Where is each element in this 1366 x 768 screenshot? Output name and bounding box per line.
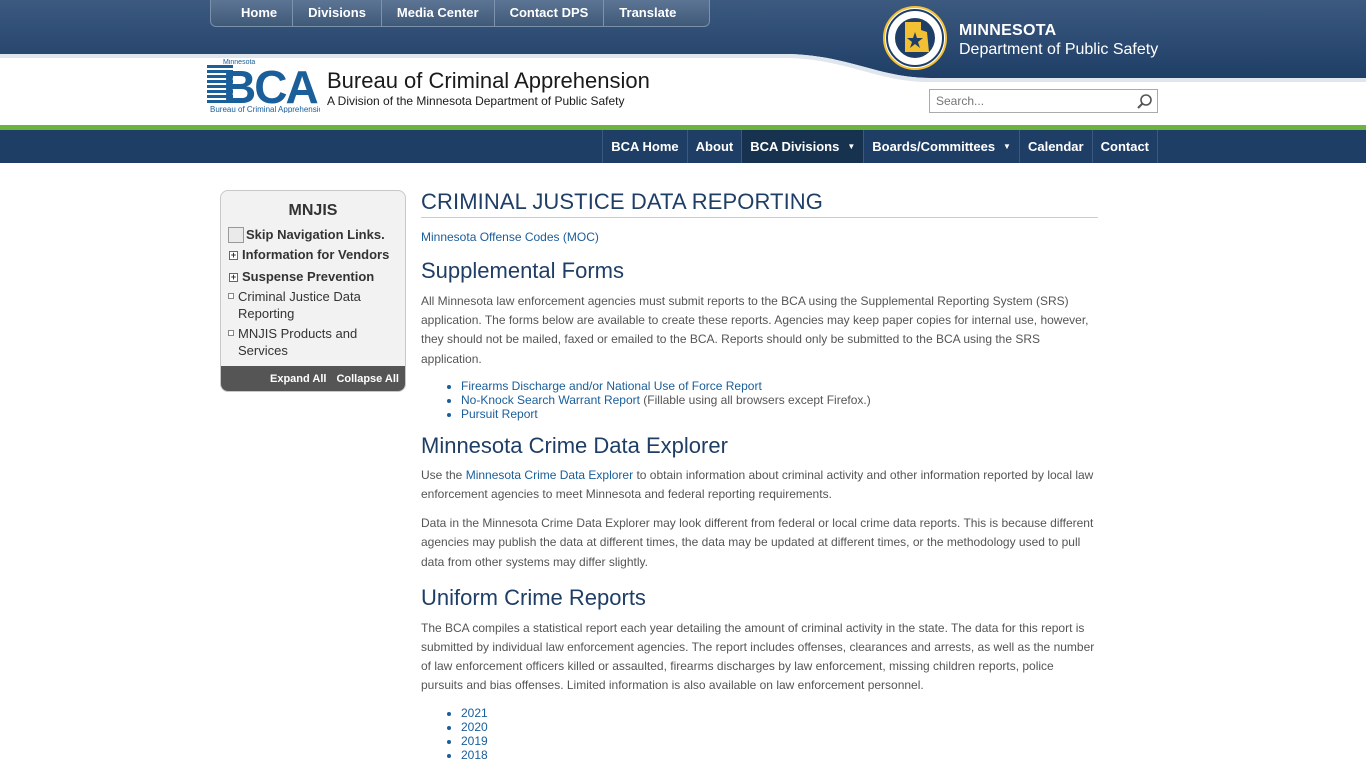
page-title: CRIMINAL JUSTICE DATA REPORTING bbox=[421, 189, 1098, 218]
bca-logo[interactable]: BCA Minnesota Bureau of Criminal Apprehe… bbox=[207, 59, 327, 114]
bullet-square-icon bbox=[228, 293, 234, 299]
nav-bca-home-label: BCA Home bbox=[611, 139, 679, 154]
main-content: CRIMINAL JUSTICE DATA REPORTING Minnesot… bbox=[421, 189, 1098, 762]
sidebar-item-label: Information for Vendors bbox=[242, 247, 390, 262]
sidebar-mnjis: MNJIS Skip Navigation Links. + Informati… bbox=[220, 190, 406, 392]
dps-title-department: Department of Public Safety bbox=[959, 41, 1159, 58]
list-item: Pursuit Report bbox=[461, 407, 1098, 421]
top-nav: Home Divisions Media Center Contact DPS … bbox=[210, 0, 711, 27]
chevron-down-icon: ▼ bbox=[847, 142, 856, 151]
crime-data-explorer-paragraph-1: Use the Minnesota Crime Data Explorer to… bbox=[421, 466, 1098, 504]
nav-calendar-label: Calendar bbox=[1027, 139, 1084, 154]
nav-contact-label: Contact bbox=[1100, 139, 1149, 154]
sidebar-title: MNJIS bbox=[288, 202, 338, 219]
nav-boards-committees-label: Boards/Committees bbox=[872, 139, 996, 154]
expand-plus-icon[interactable]: + bbox=[229, 273, 238, 282]
no-knock-warrant-report-link[interactable]: No-Knock Search Warrant Report bbox=[461, 393, 640, 407]
ucr-year-link[interactable]: 2020 bbox=[461, 720, 488, 734]
site-subtitle: A Division of the Minnesota Department o… bbox=[327, 94, 625, 108]
sidebar-item-criminal-justice-data-reporting[interactable]: Criminal Justice Data Reporting bbox=[228, 288, 398, 322]
site-title[interactable]: Bureau of Criminal Apprehension bbox=[327, 68, 650, 94]
minnesota-seal-icon bbox=[886, 9, 944, 67]
nav-calendar[interactable]: Calendar bbox=[1018, 130, 1092, 163]
ucr-years-list: 2021 2020 2019 2018 bbox=[421, 706, 1098, 762]
nav-bca-divisions-label: BCA Divisions bbox=[750, 139, 840, 154]
sidebar-item-suspense-prevention[interactable]: + Suspense Prevention bbox=[229, 269, 374, 284]
list-item: No-Knock Search Warrant Report (Fillable… bbox=[461, 393, 1098, 407]
pursuit-report-link[interactable]: Pursuit Report bbox=[461, 407, 538, 421]
ucr-year-link[interactable]: 2019 bbox=[461, 734, 488, 748]
sidebar-item-label: MNJIS Products and Services bbox=[238, 326, 358, 358]
firearms-discharge-report-link[interactable]: Firearms Discharge and/or National Use o… bbox=[461, 379, 762, 393]
dps-title-state: MINNESOTA bbox=[959, 22, 1057, 39]
crime-data-explorer-paragraph-2: Data in the Minnesota Crime Data Explore… bbox=[421, 516, 1094, 569]
search-input[interactable] bbox=[930, 90, 1125, 112]
crime-data-explorer-link[interactable]: Minnesota Crime Data Explorer bbox=[466, 468, 633, 482]
no-knock-note: (Fillable using all browsers except Fire… bbox=[639, 392, 871, 407]
sidebar-item-information-for-vendors[interactable]: + Information for Vendors bbox=[229, 247, 389, 262]
skip-navigation-alt: Skip Navigation Links. bbox=[246, 227, 385, 242]
moc-link[interactable]: Minnesota Offense Codes (MOC) bbox=[421, 230, 599, 244]
bullet-square-icon bbox=[228, 330, 234, 336]
search-box bbox=[929, 89, 1158, 113]
supplemental-forms-paragraph: All Minnesota law enforcement agencies m… bbox=[421, 294, 1089, 366]
search-icon[interactable] bbox=[1136, 93, 1154, 111]
bca-logo-graphic: BCA Minnesota Bureau of Criminal Apprehe… bbox=[207, 59, 327, 114]
list-item: 2019 bbox=[461, 734, 1098, 748]
uniform-crime-reports-heading: Uniform Crime Reports bbox=[421, 584, 646, 610]
sidebar-item-label: Criminal Justice Data Reporting bbox=[238, 289, 361, 321]
main-nav: BCA Home About BCA Divisions ▼ Boards/Com… bbox=[0, 130, 1366, 163]
explorer-text-pre: Use the bbox=[421, 467, 466, 482]
top-nav-home[interactable]: Home bbox=[211, 0, 294, 26]
expand-all-link[interactable]: Expand All bbox=[270, 373, 326, 385]
sidebar-item-label: Suspense Prevention bbox=[242, 269, 375, 284]
nav-about-label: About bbox=[695, 139, 734, 154]
skip-navigation-link[interactable]: Skip Navigation Links. bbox=[228, 227, 385, 243]
top-nav-media-center[interactable]: Media Center bbox=[382, 0, 495, 26]
list-item: 2018 bbox=[461, 748, 1098, 762]
bca-logo-caption: Bureau of Criminal Apprehension bbox=[210, 105, 320, 113]
uniform-crime-reports-paragraph: The BCA compiles a statistical report ea… bbox=[421, 620, 1095, 693]
crime-data-explorer-heading: Minnesota Crime Data Explorer bbox=[421, 432, 728, 458]
bca-logo-minnesota: Minnesota bbox=[223, 59, 255, 66]
sidebar-item-mnjis-products-and-services[interactable]: MNJIS Products and Services bbox=[228, 325, 398, 359]
supplemental-forms-list: Firearms Discharge and/or National Use o… bbox=[421, 379, 1098, 421]
top-nav-translate[interactable]: Translate bbox=[604, 0, 709, 26]
nav-about[interactable]: About bbox=[686, 130, 742, 163]
broken-image-icon bbox=[228, 227, 244, 243]
nav-boards-committees[interactable]: Boards/Committees ▼ bbox=[863, 130, 1019, 163]
list-item: Firearms Discharge and/or National Use o… bbox=[461, 379, 1098, 393]
collapse-all-link[interactable]: Collapse All bbox=[336, 373, 399, 385]
list-item: 2021 bbox=[461, 706, 1098, 720]
list-item: 2020 bbox=[461, 720, 1098, 734]
sidebar-footer: Expand All Collapse All bbox=[221, 366, 405, 391]
expand-plus-icon[interactable]: + bbox=[229, 251, 238, 260]
nav-bca-home[interactable]: BCA Home bbox=[602, 130, 686, 163]
ucr-year-link[interactable]: 2021 bbox=[461, 706, 488, 720]
ucr-year-link[interactable]: 2018 bbox=[461, 748, 488, 762]
nav-contact[interactable]: Contact bbox=[1091, 130, 1158, 163]
top-nav-divisions[interactable]: Divisions bbox=[293, 0, 382, 26]
magnifier-graphic bbox=[1137, 94, 1152, 109]
nav-bca-divisions[interactable]: BCA Divisions ▼ bbox=[741, 130, 864, 163]
dps-seal-logo[interactable] bbox=[883, 6, 947, 70]
top-nav-contact-dps[interactable]: Contact DPS bbox=[495, 0, 605, 26]
chevron-down-icon: ▼ bbox=[1003, 142, 1011, 151]
supplemental-forms-heading: Supplemental Forms bbox=[421, 258, 624, 283]
dps-title[interactable]: MINNESOTA Department of Public Safety bbox=[959, 21, 1158, 59]
